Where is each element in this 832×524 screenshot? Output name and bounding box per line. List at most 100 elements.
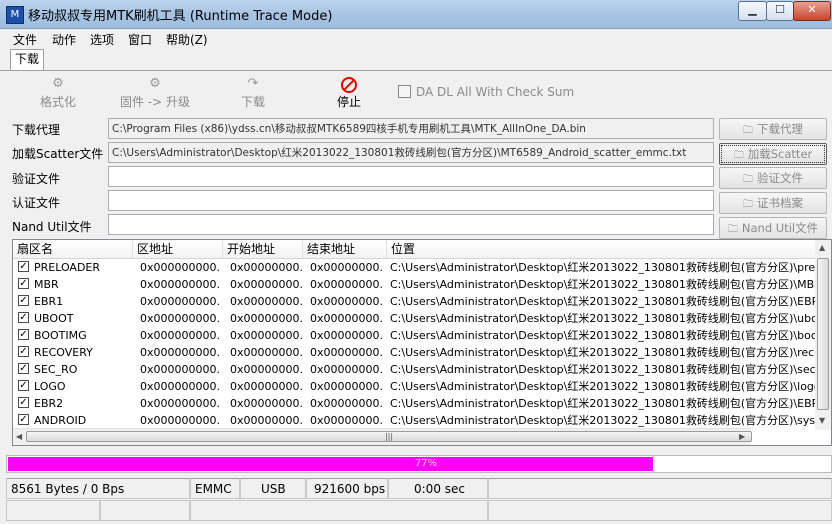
cell-name: RECOVERY: [34, 346, 93, 359]
cell-region: 0x000000000...: [140, 363, 220, 376]
row-checkbox[interactable]: ✓: [18, 295, 29, 306]
row-checkbox[interactable]: ✓: [18, 312, 29, 323]
auth-path-field[interactable]: [108, 190, 714, 211]
list-header: 扇区名 区地址 开始地址 结束地址 位置: [13, 240, 831, 259]
cell-begin: 0x00000000...: [230, 363, 302, 376]
cell-begin: 0x00000000...: [230, 329, 302, 342]
table-row[interactable]: ✓ LOGO 0x000000000... 0x00000000... 0x000000…: [13, 378, 831, 395]
download-label: 下载: [240, 95, 265, 109]
table-row[interactable]: ✓ PRELOADER 0x000000000... 0x00000000... 0x0…: [13, 259, 831, 276]
table-row[interactable]: ✓ SEC_RO 0x000000000... 0x00000000... 0x0000…: [13, 361, 831, 378]
nand-path-field[interactable]: [108, 214, 714, 235]
table-row[interactable]: ✓ MBR 0x000000000... 0x00000000... 0x0000000…: [13, 276, 831, 293]
cell-begin: 0x00000000...: [230, 312, 302, 325]
cell-name: MBR: [34, 278, 59, 291]
table-row[interactable]: ✓ EBR2 0x000000000... 0x00000000... 0x000000…: [13, 395, 831, 412]
title-bar[interactable]: M 移动叔叔专用MTK刷机工具 (Runtime Trace Mode) ▁ ☐…: [0, 0, 832, 29]
cell-region: 0x000000000...: [140, 261, 220, 274]
cell-end: 0x00000000...: [310, 261, 382, 274]
col-end[interactable]: 结束地址: [303, 240, 387, 258]
table-row[interactable]: ✓ BOOTIMG 0x000000000... 0x00000000... 0x000…: [13, 327, 831, 344]
cell-end: 0x00000000...: [310, 295, 382, 308]
format-button[interactable]: ⚙ 格式化: [13, 75, 103, 110]
row-checkbox[interactable]: ✓: [18, 380, 29, 391]
upgrade-button[interactable]: ⚙ 固件 -> 升级: [110, 75, 200, 110]
scroll-up-icon[interactable]: ▲: [819, 243, 825, 252]
folder-icon: 🗀: [743, 199, 753, 210]
scatter-button[interactable]: 🗀 加载Scatter: [719, 143, 827, 165]
partition-list[interactable]: 扇区名 区地址 开始地址 结束地址 位置 ✓ PRELOADER 0x0000000…: [12, 239, 832, 446]
auth-button[interactable]: 🗀 证书档案: [719, 192, 827, 214]
cell-location: C:\Users\Administrator\Desktop\红米2013022…: [390, 363, 830, 376]
menu-options[interactable]: 选项: [90, 31, 114, 48]
cell-end: 0x00000000...: [310, 278, 382, 291]
status-cell-bottom: [100, 500, 190, 521]
table-row[interactable]: ✓ UBOOT 0x000000000... 0x00000000... 0x00000…: [13, 310, 831, 327]
col-region[interactable]: 区地址: [133, 240, 223, 258]
cell-begin: 0x00000000...: [230, 397, 302, 410]
menu-action[interactable]: 动作: [52, 31, 76, 48]
verify-button-label: 验证文件: [757, 171, 803, 185]
cell-begin: 0x00000000...: [230, 380, 302, 393]
status-cell-bottom: [6, 500, 100, 521]
row-checkbox[interactable]: ✓: [18, 397, 29, 408]
format-label: 格式化: [39, 95, 76, 109]
da-path-field[interactable]: C:\Program Files (x86)\ydss.cn\移动叔叔MTK65…: [108, 118, 714, 139]
col-begin[interactable]: 开始地址: [223, 240, 303, 258]
scroll-left-icon[interactable]: ◀: [16, 432, 22, 441]
vertical-scroll-thumb[interactable]: [817, 258, 829, 410]
verify-path-field[interactable]: [108, 166, 714, 187]
cell-region: 0x000000000...: [140, 380, 220, 393]
folder-icon: 🗀: [743, 125, 753, 136]
row-checkbox[interactable]: ✓: [18, 278, 29, 289]
row-checkbox[interactable]: ✓: [18, 261, 29, 272]
menu-file[interactable]: 文件: [13, 31, 37, 48]
scatter-path-field[interactable]: C:\Users\Administrator\Desktop\红米2013022…: [108, 142, 714, 163]
cell-region: 0x000000000...: [140, 312, 220, 325]
cell-region: 0x000000000...: [140, 414, 220, 427]
verify-button[interactable]: 🗀 验证文件: [719, 167, 827, 189]
cell-name: EBR2: [34, 397, 64, 410]
col-name[interactable]: 扇区名: [13, 240, 133, 258]
download-icon: ↷: [247, 76, 259, 91]
row-checkbox[interactable]: ✓: [18, 329, 29, 340]
cell-name: UBOOT: [34, 312, 74, 325]
row-checkbox[interactable]: ✓: [18, 414, 29, 425]
col-location[interactable]: 位置: [387, 240, 817, 258]
stop-button[interactable]: 停止: [304, 75, 394, 110]
checksum-checkbox[interactable]: DA DL All With Check Sum: [398, 85, 574, 99]
cell-region: 0x000000000...: [140, 397, 220, 410]
cell-name: LOGO: [34, 380, 66, 393]
table-row[interactable]: ✓ RECOVERY 0x000000000... 0x00000000... 0x00…: [13, 344, 831, 361]
nand-button[interactable]: 🗀 Nand Util文件: [719, 217, 827, 239]
row-checkbox[interactable]: ✓: [18, 346, 29, 357]
scroll-down-icon[interactable]: ▼: [819, 416, 825, 425]
row-checkbox[interactable]: ✓: [18, 363, 29, 374]
auth-label: 认证文件: [12, 196, 61, 210]
stop-icon: [341, 77, 357, 93]
table-row[interactable]: ✓ ANDROID 0x000000000... 0x00000000... 0x000…: [13, 412, 831, 429]
cell-end: 0x00000000...: [310, 346, 382, 359]
cell-location: C:\Users\Administrator\Desktop\红米2013022…: [390, 346, 830, 359]
da-button[interactable]: 🗀 下载代理: [719, 118, 827, 140]
horizontal-scroll-thumb[interactable]: |||: [26, 431, 752, 442]
table-row[interactable]: ✓ EBR1 0x000000000... 0x00000000... 0x000000…: [13, 293, 831, 310]
horizontal-scrollbar[interactable]: ◀ ||| ▶: [13, 428, 752, 445]
scroll-right-icon[interactable]: ▶: [739, 432, 745, 441]
checkbox-icon: [398, 85, 411, 98]
menu-help[interactable]: 帮助(Z): [166, 31, 208, 48]
cell-name: BOOTIMG: [34, 329, 87, 342]
progress-bar: 77%: [6, 455, 832, 473]
menu-window[interactable]: 窗口: [128, 31, 152, 48]
cell-begin: 0x00000000...: [230, 295, 302, 308]
maximize-button[interactable]: ☐: [766, 1, 794, 21]
cell-location: C:\Users\Administrator\Desktop\红米2013022…: [390, 329, 830, 342]
cell-name: SEC_RO: [34, 363, 78, 376]
status-storage: EMMC: [190, 478, 240, 499]
close-button[interactable]: ✕: [793, 1, 831, 21]
vertical-scrollbar[interactable]: ▲ ▼: [815, 240, 831, 430]
minimize-button[interactable]: ▁: [738, 1, 767, 21]
download-button[interactable]: ↷ 下载: [208, 75, 298, 110]
tab-download[interactable]: 下载: [10, 49, 44, 70]
progress-text: 77%: [414, 458, 438, 469]
